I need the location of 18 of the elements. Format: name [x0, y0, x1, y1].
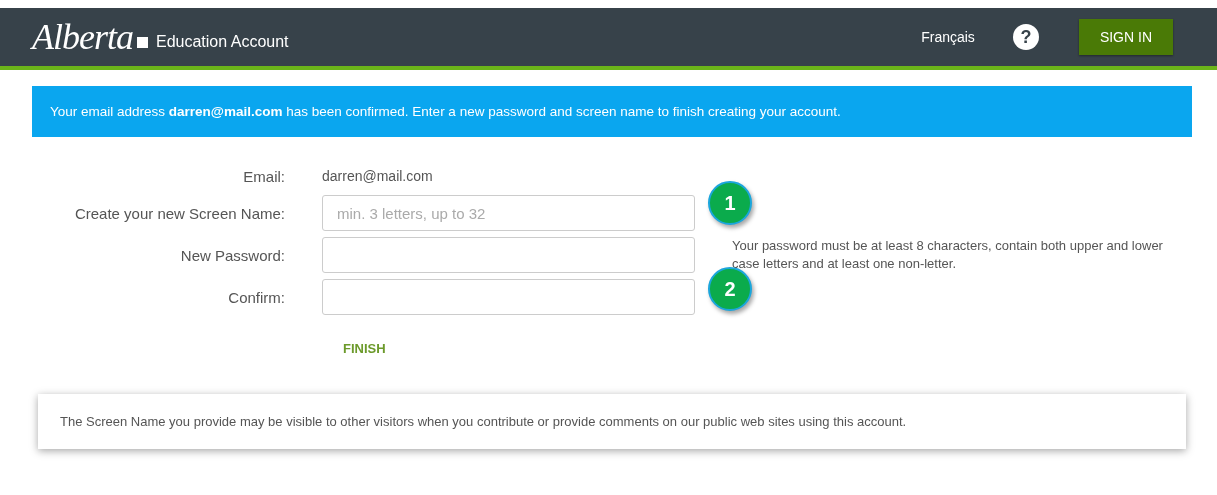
sign-in-button[interactable]: SIGN IN — [1078, 19, 1173, 55]
help-icon[interactable]: ? — [1012, 24, 1039, 50]
field-label: Create your new Screen Name: — [73, 204, 285, 222]
site-title: Education Account — [156, 33, 289, 51]
input-field[interactable] — [322, 279, 695, 315]
input-field[interactable] — [322, 237, 695, 273]
email-value: darren@mail.com — [322, 167, 434, 186]
callout-badge: 1 — [708, 181, 752, 225]
field-label: New Password: — [179, 246, 285, 264]
input-field[interactable]: min. 3 letters, up to 32 — [322, 195, 695, 231]
logo: Alberta — [32, 16, 133, 58]
callout-badge: 2 — [708, 267, 752, 311]
field-label: Confirm: — [227, 288, 285, 306]
screen-name-note: The Screen Name you provide may be visible to other visitors when you contribute or provide comments on our public web sites using this account. — [38, 394, 1186, 449]
confirmation-banner: Your email address darren@mail.com has been confirmed. Enter a new password and screen name to finish creating your account. — [32, 86, 1192, 137]
field-label: Email: — [242, 167, 285, 185]
logo-mark-icon — [137, 36, 148, 48]
language-link[interactable]: Français — [921, 29, 975, 45]
